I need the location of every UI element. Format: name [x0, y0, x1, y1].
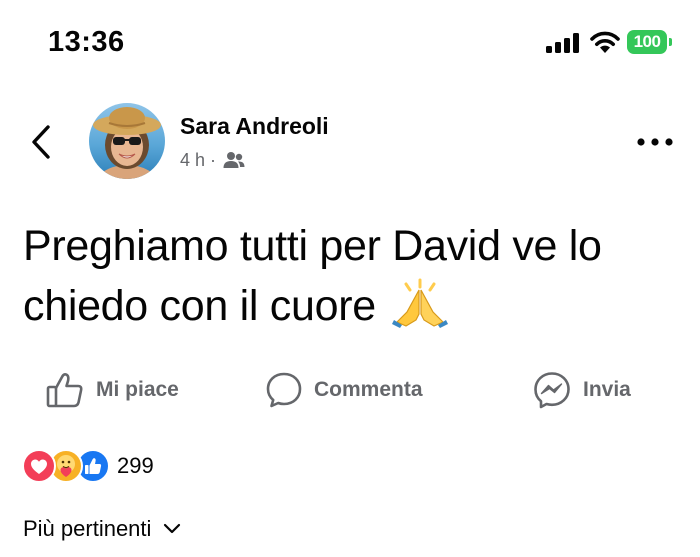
meta-separator: · — [210, 149, 217, 170]
status-time: 13:36 — [48, 26, 125, 58]
comment-label: Commenta — [314, 378, 423, 401]
friends-icon — [223, 152, 245, 168]
signal-icon — [546, 33, 579, 53]
post-text: Preghiamo tutti per David ve lo chiedo c… — [23, 216, 673, 336]
messenger-icon — [534, 372, 570, 409]
avatar-photo — [89, 103, 165, 179]
wifi-icon — [590, 31, 620, 53]
reaction-count: 299 — [117, 453, 154, 478]
battery-level: 100 — [633, 32, 661, 51]
comment-button[interactable]: Commenta — [266, 368, 423, 412]
author-name[interactable]: Sara Andreoli — [180, 113, 329, 140]
avatar[interactable] — [89, 103, 165, 179]
post-time[interactable]: 4 h — [180, 150, 205, 171]
comment-bubble-icon — [266, 372, 302, 408]
more-options-icon[interactable] — [634, 130, 676, 154]
folded-hands-emoji — [391, 278, 448, 328]
like-button[interactable]: Mi piace — [46, 368, 179, 412]
send-button[interactable]: Invia — [533, 368, 631, 412]
chevron-down-icon — [164, 523, 181, 534]
battery-cap — [669, 38, 672, 46]
battery-icon: 100 — [627, 30, 673, 56]
comment-sort-dropdown[interactable]: Più pertinenti — [23, 513, 181, 545]
status-bar: 13:36 100 — [0, 0, 700, 88]
post-message: Preghiamo tutti per David ve lo chiedo c… — [23, 222, 602, 330]
thumbs-up-icon — [46, 373, 83, 408]
post-meta: 4 h · — [180, 148, 245, 172]
send-label: Invia — [583, 378, 631, 401]
sort-label: Più pertinenti — [23, 516, 152, 541]
love-reaction-icon — [22, 449, 56, 483]
back-chevron-icon[interactable] — [26, 122, 60, 162]
like-label: Mi piace — [96, 378, 179, 401]
reactions-summary[interactable]: 299 — [22, 449, 154, 483]
